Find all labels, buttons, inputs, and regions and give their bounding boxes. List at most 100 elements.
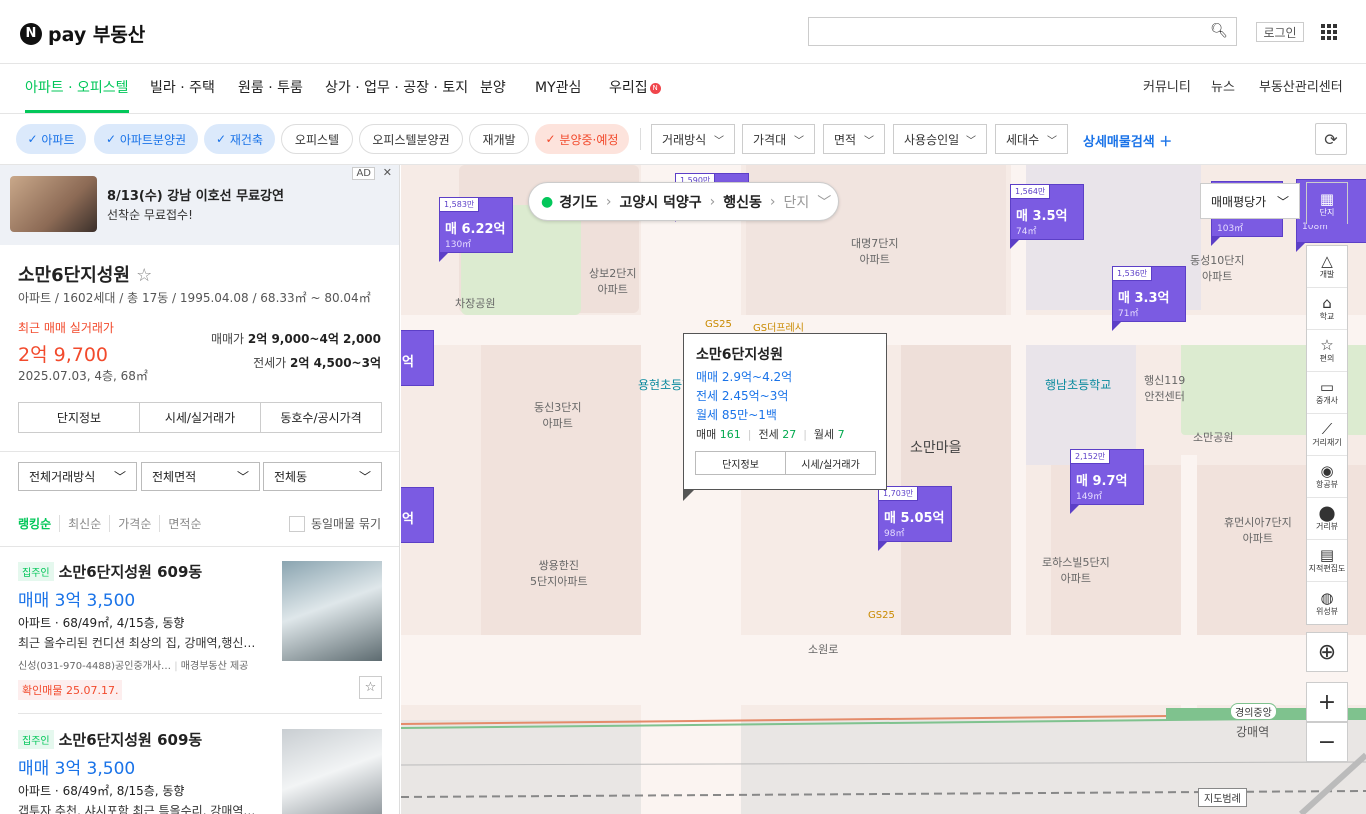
popup-complex-info-button[interactable]: 단지정보 — [696, 452, 786, 474]
dropdown-all-area[interactable]: 전체면적 ﹀ — [141, 462, 260, 491]
map-price-type-select[interactable]: 매매평당가 ﹀ — [1200, 183, 1300, 219]
nav-oneroom-tworoom[interactable]: 원룸 · 투룸 — [238, 64, 303, 113]
nav-news[interactable]: 뉴스 — [1211, 64, 1235, 113]
price-marker[interactable]: 2,152만 매 9.7억 149㎡ — [1070, 449, 1144, 514]
breadcrumb-complex[interactable]: 단지 — [783, 192, 809, 212]
nav-villa-house[interactable]: 빌라 · 주택 — [150, 64, 215, 113]
tool-street[interactable]: ⬤ 거리뷰 — [1307, 498, 1347, 540]
refresh-icon[interactable]: ⟳ — [1315, 123, 1347, 155]
naver-pay-logo[interactable]: N pay 부동산 — [20, 20, 145, 47]
bookmark-icon[interactable]: ☆ — [359, 676, 382, 699]
chip-label: 아파트 — [41, 132, 75, 147]
chip-reconstruction[interactable]: ✓ 재건축 — [204, 124, 275, 154]
chip-presale-upcoming[interactable]: ✓ 분양중·예정 — [535, 124, 629, 154]
dropdown-price[interactable]: 가격대 ﹀ — [742, 124, 815, 154]
price-marker[interactable]: 1,583만 매 6.22억 130㎡ — [439, 197, 513, 262]
search-input[interactable]: 🔍︎ — [808, 17, 1237, 46]
sort-area[interactable]: 면적순 — [159, 515, 209, 532]
chip-officetel[interactable]: 오피스텔 — [281, 124, 353, 154]
dropdown-all-building[interactable]: 전체동 ﹀ — [263, 462, 382, 491]
login-button[interactable]: 로그인 — [1256, 22, 1304, 42]
map-legend-button[interactable]: 지도범례 — [1198, 788, 1247, 807]
complex-popup[interactable]: 소만6단지성원 매매 2.9억~4.2억 전세 2.45억~3억 월세 85만~… — [683, 333, 887, 501]
building-icon: ▦ — [1319, 189, 1335, 208]
list-item[interactable]: 집주인 소만6단지성원 609동 매매 3억 3,500 아파트 · 68/49㎡… — [18, 547, 382, 714]
popup-counts: 매매 161 | 전세 27 | 월세 7 — [696, 428, 845, 441]
dropdown-deal-type[interactable]: 거래방식 ﹀ — [651, 124, 735, 154]
star-icon[interactable]: ☆ — [136, 265, 152, 286]
chip-apartment-presale[interactable]: ✓ 아파트분양권 — [94, 124, 198, 154]
filter-bar: ✓ 아파트 ✓ 아파트분양권 ✓ 재건축 오피스텔 오피스텔분양권 재개발 ✓ … — [0, 114, 1366, 165]
map-label-apt1: 동신3단지 아파트 — [534, 401, 582, 430]
tool-aerial[interactable]: ◉ 항공뷰 — [1307, 456, 1347, 498]
zoom-out-button[interactable]: − — [1306, 722, 1348, 762]
tool-satellite[interactable]: ◍ 위성뷰 — [1307, 582, 1347, 624]
tab-unit-public-price[interactable]: 동호수/공시가격 — [261, 403, 381, 432]
ruler-icon: ⟋ — [1321, 420, 1333, 438]
tool-convenience[interactable]: ☆ 편의 — [1307, 330, 1347, 372]
map-view[interactable]: 차장공원 상보2단지 아파트 대명7단지 아파트 동성10단지 아파트 동신3단… — [401, 165, 1366, 814]
list-item[interactable]: 집주인 소만6단지성원 609동 매매 3억 3,500 아파트 · 68/49㎡… — [18, 715, 382, 814]
nav-my-home[interactable]: 우리집 N — [609, 64, 661, 113]
price-marker[interactable]: 1,536만 매 3.3억 71㎡ — [1112, 266, 1186, 331]
tool-cadastral[interactable]: ▤ 지적편집도 — [1307, 540, 1347, 582]
checkbox[interactable] — [288, 515, 305, 532]
dropdown-all-deal-type[interactable]: 전체거래방식 ﹀ — [18, 462, 137, 491]
sort-latest[interactable]: 최신순 — [59, 515, 109, 532]
marker-price: 매 5.05억 — [884, 511, 945, 526]
marker-area: 130㎡ — [445, 240, 472, 250]
tool-development[interactable]: △ 개발 — [1307, 246, 1347, 288]
group-same-listings[interactable]: 동일매물 묶기 — [288, 515, 381, 532]
price-marker[interactable]: 1,564만 매 3.5억 74㎡ — [1010, 184, 1084, 249]
zoom-in-button[interactable]: + — [1306, 682, 1348, 722]
nav-property-management[interactable]: 부동산관리센터 — [1259, 64, 1343, 113]
tab-market-price[interactable]: 시세/실거래가 — [140, 403, 261, 432]
breadcrumb-city[interactable]: 고양시 덕양구 — [619, 192, 701, 212]
divider — [0, 451, 399, 452]
dropdown-area[interactable]: 면적 ﹀ — [823, 124, 885, 154]
map-label-apt6: 로하스빌5단지 아파트 — [1042, 556, 1110, 585]
apps-grid-icon[interactable] — [1321, 24, 1337, 40]
ad-subtitle: 선착순 무료접수! — [107, 208, 193, 222]
listing-photo[interactable] — [282, 729, 382, 814]
nav-commercial[interactable]: 상가 · 업무 · 공장 · 토지 — [325, 64, 468, 113]
tool-school[interactable]: ⌂ 학교 — [1307, 288, 1347, 330]
popup-jeonse: 전세 2.45억~3억 — [696, 389, 789, 403]
dropdown-approval-date[interactable]: 사용승인일 ﹀ — [893, 124, 987, 154]
chip-redevelopment[interactable]: 재개발 — [469, 124, 529, 154]
nav-apartment-officetel[interactable]: 아파트 · 오피스텔 — [25, 64, 129, 113]
breadcrumb-dong[interactable]: 행신동 — [723, 192, 762, 212]
close-icon[interactable]: ✕ — [383, 166, 392, 179]
chip-officetel-presale[interactable]: 오피스텔분양권 — [359, 124, 463, 154]
nav-my-interest[interactable]: MY관심 — [535, 64, 581, 113]
current-location-icon[interactable]: ⊕ — [1306, 632, 1348, 672]
sort-ranking[interactable]: 랭킹순 — [18, 515, 59, 532]
popup-market-price-button[interactable]: 시세/실거래가 — [786, 452, 875, 474]
price-marker[interactable]: 1,703만 매 5.05억 98㎡ — [878, 486, 952, 551]
map-tool-strip: △ 개발 ⌂ 학교 ☆ 편의 ▭ 중개사 ⟋ 거리재기 ◉ 항공뷰 ⬤ 거리뷰 ▤ 지적편집도 … — [1306, 245, 1348, 625]
ad-banner[interactable]: 8/13(수) 강남 이호선 무료강연 선착순 무료접수! AD ✕ — [0, 165, 399, 245]
sort-price[interactable]: 가격순 — [109, 515, 159, 532]
dropdown-label: 전체거래방식 — [29, 470, 96, 484]
chevron-down-icon: ﹀ — [714, 135, 724, 147]
tool-agent[interactable]: ▭ 중개사 — [1307, 372, 1347, 414]
recent-trade-label: 최근 매매 실거래가 — [18, 321, 114, 335]
dropdown-label: 세대수 — [1006, 132, 1040, 147]
location-breadcrumb[interactable]: ● 경기도 › 고양시 덕양구 › 행신동 › 단지 ﹀ — [528, 182, 839, 221]
listing-photo[interactable] — [282, 561, 382, 661]
dropdown-households[interactable]: 세대수 ﹀ — [995, 124, 1068, 154]
chip-apartment[interactable]: ✓ 아파트 — [16, 124, 86, 154]
detail-search-button[interactable]: 상세매물검색 ＋ — [1083, 131, 1172, 150]
nav-presale[interactable]: 분양 — [480, 64, 506, 113]
breadcrumb-province[interactable]: 경기도 — [559, 192, 598, 212]
price-marker[interactable]: 억 — [401, 487, 434, 543]
search-icon[interactable]: 🔍︎ — [1210, 23, 1228, 39]
nav-community[interactable]: 커뮤니티 — [1143, 64, 1191, 113]
map-tool-complex[interactable]: ▦ 단지 — [1306, 182, 1348, 225]
price-marker[interactable]: 억 — [401, 330, 434, 386]
chip-label: 재건축 — [229, 132, 263, 147]
tool-complex[interactable]: ▦ 단지 — [1307, 183, 1347, 225]
tab-complex-info[interactable]: 단지정보 — [19, 403, 140, 432]
tool-measure[interactable]: ⟋ 거리재기 — [1307, 414, 1347, 456]
recent-trade-price: 2억 9,700 — [18, 344, 109, 366]
